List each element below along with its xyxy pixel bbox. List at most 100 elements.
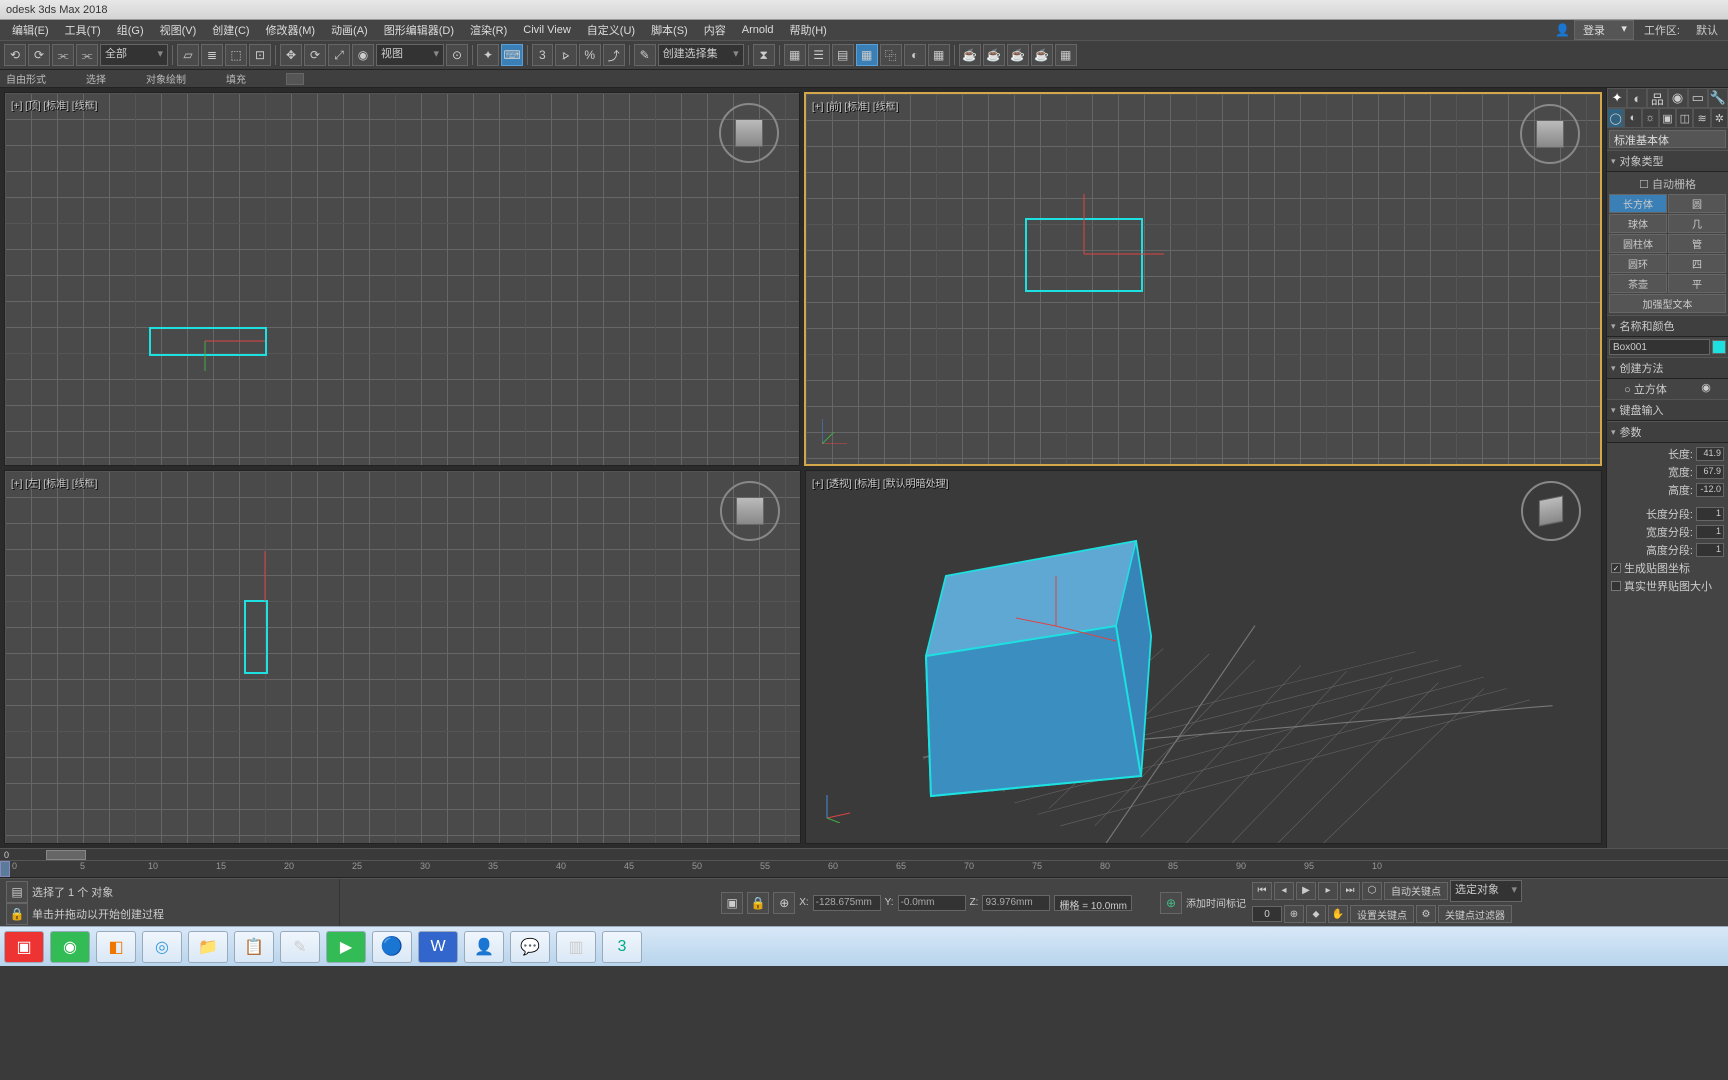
menu-rendering[interactable]: 渲染(R) xyxy=(462,20,515,40)
task-app-7[interactable]: ▶ xyxy=(326,931,366,963)
obj-textplus[interactable]: 加强型文本 xyxy=(1609,294,1726,313)
play-button[interactable]: ▶ xyxy=(1296,882,1316,900)
task-wps[interactable]: W xyxy=(418,931,458,963)
render-iter-button[interactable]: ☕ xyxy=(1007,44,1029,66)
rollout-keyboard[interactable]: 键盘输入 xyxy=(1607,399,1728,421)
ribbon-freeform[interactable]: 自由形式 xyxy=(6,71,46,86)
ribbon-dropdown-icon[interactable] xyxy=(286,73,304,85)
viewcube-top[interactable] xyxy=(719,103,779,163)
viewcube-persp[interactable] xyxy=(1521,481,1581,541)
unlink-button[interactable]: ⫘ xyxy=(76,44,98,66)
curve-editor-button[interactable]: ▦ xyxy=(856,44,878,66)
isolate-button[interactable]: ▣ xyxy=(721,892,743,914)
login-dropdown[interactable]: 登录 xyxy=(1574,20,1634,40)
menu-views[interactable]: 视图(V) xyxy=(152,20,205,40)
motion-tab[interactable]: ◉ xyxy=(1668,88,1688,108)
goto-start-button[interactable]: ⏮ xyxy=(1252,882,1272,900)
autogrid-check[interactable]: ☐ 自动栅格 xyxy=(1609,174,1726,194)
track-bar[interactable]: 0 xyxy=(0,848,1728,860)
select-object-button[interactable]: ▱ xyxy=(177,44,199,66)
ribbon-objectpaint[interactable]: 对象绘制 xyxy=(146,71,186,86)
method-cube-radio[interactable]: ○ 立方体 xyxy=(1624,381,1667,397)
task-app-8[interactable]: 👤 xyxy=(464,931,504,963)
obj-torus[interactable]: 圆环 xyxy=(1609,254,1667,273)
snap-toggle-button[interactable]: 3 xyxy=(532,44,553,66)
task-app-1[interactable]: ▣ xyxy=(4,931,44,963)
render-button[interactable]: ▦ xyxy=(1055,44,1077,66)
time-config-button[interactable]: ⊕ xyxy=(1284,905,1304,923)
menu-tools[interactable]: 工具(T) xyxy=(57,20,109,40)
prev-frame-button[interactable]: ◂ xyxy=(1274,882,1294,900)
task-3dsmax[interactable]: 3 xyxy=(602,931,642,963)
set-key-icon[interactable]: ⬥ xyxy=(1306,905,1326,923)
edit-named-selection-button[interactable]: ✎ xyxy=(634,44,656,66)
time-slider[interactable] xyxy=(0,861,10,877)
object-name-field[interactable] xyxy=(1609,339,1710,355)
scale-button[interactable]: ⤢ xyxy=(328,44,350,66)
material-editor-button[interactable]: ◐ xyxy=(904,44,926,66)
goto-end-button[interactable]: ⏭ xyxy=(1340,882,1360,900)
shapes-cat[interactable]: ◐ xyxy=(1624,108,1641,128)
layer-explorer-button[interactable]: ☰ xyxy=(808,44,830,66)
obj-tube[interactable]: 管 xyxy=(1668,234,1726,253)
wseg-spinner[interactable]: 1 xyxy=(1696,525,1724,539)
toggle-ribbon-button[interactable]: ▤ xyxy=(832,44,854,66)
y-coord-input[interactable] xyxy=(898,895,966,911)
rollout-name[interactable]: 名称和颜色 xyxy=(1607,315,1728,337)
align-button[interactable]: ▦ xyxy=(784,44,806,66)
spinner-snap-button[interactable]: ⤴ xyxy=(603,44,625,66)
viewcube-left[interactable] xyxy=(720,481,780,541)
width-spinner[interactable]: 67.9 xyxy=(1696,465,1724,479)
box-persp-view[interactable] xyxy=(916,526,1176,809)
maxscript-mini-icon[interactable]: ▤ xyxy=(6,881,28,903)
menu-customize[interactable]: 自定义(U) xyxy=(579,20,643,40)
lock-selection-icon[interactable]: 🔒 xyxy=(6,903,28,925)
menu-civilview[interactable]: Civil View xyxy=(515,22,578,38)
move-button[interactable]: ✥ xyxy=(280,44,302,66)
subcategory-dropdown[interactable]: 标准基本体 xyxy=(1609,130,1726,148)
obj-sphere[interactable]: 球体 xyxy=(1609,214,1667,233)
menu-animation[interactable]: 动画(A) xyxy=(323,20,376,40)
render-frame-button[interactable]: ☕ xyxy=(959,44,981,66)
method-box-radio[interactable]: ◉ xyxy=(1701,381,1711,397)
key-mode-button[interactable]: ⬡ xyxy=(1362,882,1382,900)
obj-cone[interactable]: 圆 xyxy=(1668,194,1726,213)
task-browser[interactable]: 🔵 xyxy=(372,931,412,963)
rollout-method[interactable]: 创建方法 xyxy=(1607,357,1728,379)
viewport-left-label[interactable]: [+] [左] [标准] [线框] xyxy=(11,475,97,490)
menu-edit[interactable]: 编辑(E) xyxy=(4,20,57,40)
undo-button[interactable]: ⟲ xyxy=(4,44,26,66)
menu-group[interactable]: 组(G) xyxy=(109,20,152,40)
viewport-front[interactable]: [+] [前] [标准] [线框] xyxy=(804,92,1602,466)
obj-geosphere[interactable]: 几 xyxy=(1668,214,1726,233)
set-key-button[interactable]: 设置关键点 xyxy=(1350,905,1414,923)
obj-cylinder[interactable]: 圆柱体 xyxy=(1609,234,1667,253)
hseg-spinner[interactable]: 1 xyxy=(1696,543,1724,557)
height-spinner[interactable]: -12.0 xyxy=(1696,483,1724,497)
keyboard-shortcut-button[interactable]: ⌨ xyxy=(501,44,523,66)
utilities-tab[interactable]: 🔧 xyxy=(1708,88,1728,108)
viewcube-front[interactable] xyxy=(1520,104,1580,164)
menu-help[interactable]: 帮助(H) xyxy=(782,20,835,40)
select-rect-button[interactable]: ⬚ xyxy=(225,44,247,66)
workspace-default[interactable]: 默认 xyxy=(1690,22,1724,38)
ribbon-populate[interactable]: 填充 xyxy=(226,71,246,86)
link-button[interactable]: ⫘ xyxy=(52,44,74,66)
ribbon-selection[interactable]: 选择 xyxy=(86,71,106,86)
obj-plane[interactable]: 平 xyxy=(1668,274,1726,293)
auto-key-button[interactable]: 自动关键点 xyxy=(1384,882,1448,900)
next-frame-button[interactable]: ▸ xyxy=(1318,882,1338,900)
render-prod-button[interactable]: ☕ xyxy=(983,44,1005,66)
spacewarps-cat[interactable]: ≋ xyxy=(1693,108,1710,128)
abs-rel-button[interactable]: ⊕ xyxy=(773,892,795,914)
viewport-left[interactable]: [+] [左] [标准] [线框] xyxy=(4,470,801,844)
geometry-cat[interactable]: ◯ xyxy=(1607,108,1624,128)
task-app-5[interactable]: 📋 xyxy=(234,931,274,963)
lock-button[interactable]: 🔒 xyxy=(747,892,769,914)
modify-tab[interactable]: ◐ xyxy=(1627,88,1647,108)
menu-create[interactable]: 创建(C) xyxy=(204,20,257,40)
lseg-spinner[interactable]: 1 xyxy=(1696,507,1724,521)
z-coord-input[interactable] xyxy=(982,895,1050,911)
current-frame-input[interactable] xyxy=(1252,906,1282,922)
length-spinner[interactable]: 41.9 xyxy=(1696,447,1724,461)
